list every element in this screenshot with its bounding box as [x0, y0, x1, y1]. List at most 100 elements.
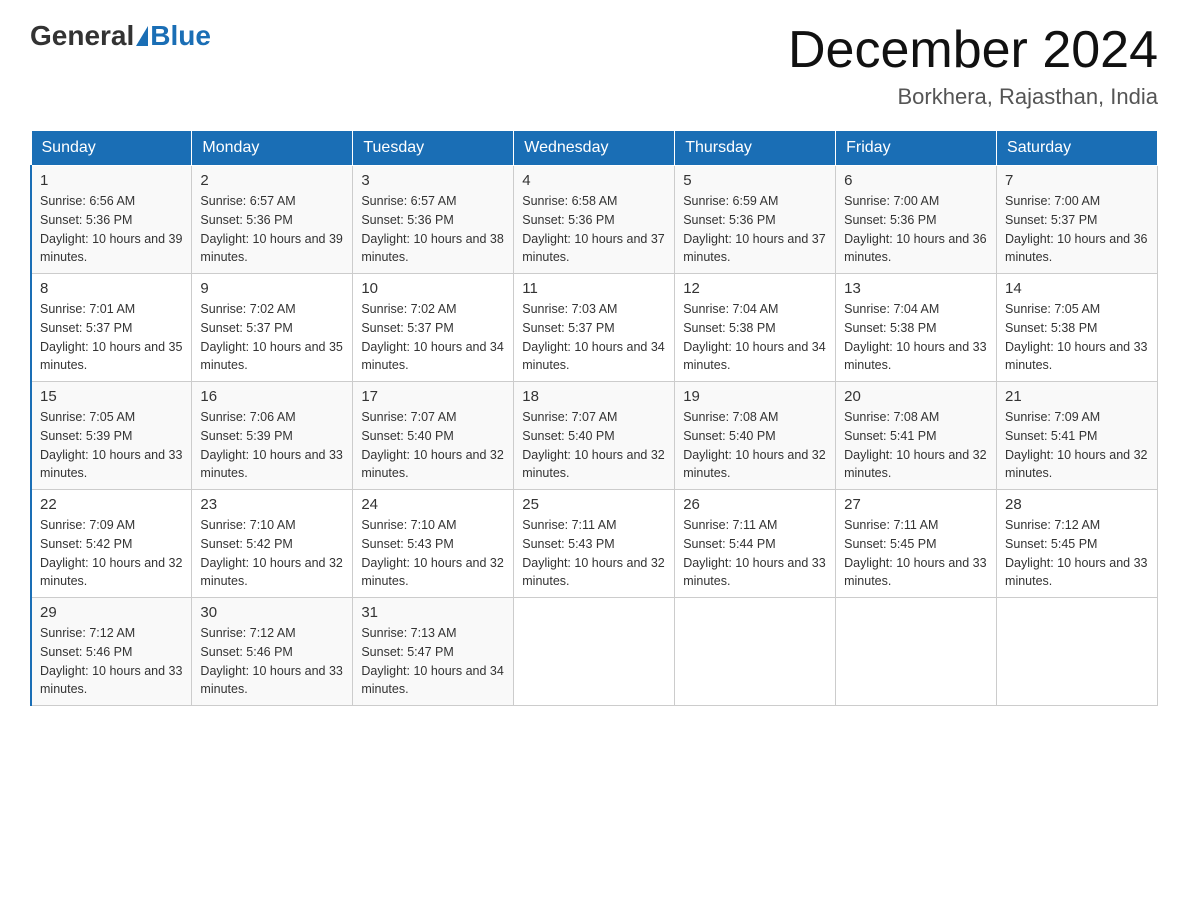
day-info: Sunrise: 7:10 AM Sunset: 5:42 PM Dayligh…: [200, 516, 344, 591]
header-tuesday: Tuesday: [353, 131, 514, 166]
table-row: 11 Sunrise: 7:03 AM Sunset: 5:37 PM Dayl…: [514, 274, 675, 382]
logo-text: General Blue: [30, 20, 211, 52]
table-row: 15 Sunrise: 7:05 AM Sunset: 5:39 PM Dayl…: [31, 382, 192, 490]
table-row: 7 Sunrise: 7:00 AM Sunset: 5:37 PM Dayli…: [997, 166, 1158, 274]
table-row: 5 Sunrise: 6:59 AM Sunset: 5:36 PM Dayli…: [675, 166, 836, 274]
day-number: 7: [1005, 172, 1149, 189]
calendar-week-2: 8 Sunrise: 7:01 AM Sunset: 5:37 PM Dayli…: [31, 274, 1158, 382]
day-info: Sunrise: 7:05 AM Sunset: 5:39 PM Dayligh…: [40, 408, 183, 483]
day-number: 8: [40, 280, 183, 297]
table-row: 17 Sunrise: 7:07 AM Sunset: 5:40 PM Dayl…: [353, 382, 514, 490]
day-number: 3: [361, 172, 505, 189]
day-info: Sunrise: 7:11 AM Sunset: 5:44 PM Dayligh…: [683, 516, 827, 591]
day-info: Sunrise: 7:01 AM Sunset: 5:37 PM Dayligh…: [40, 300, 183, 375]
table-row: 1 Sunrise: 6:56 AM Sunset: 5:36 PM Dayli…: [31, 166, 192, 274]
table-row: 24 Sunrise: 7:10 AM Sunset: 5:43 PM Dayl…: [353, 490, 514, 598]
day-number: 23: [200, 496, 344, 513]
header-thursday: Thursday: [675, 131, 836, 166]
day-info: Sunrise: 7:04 AM Sunset: 5:38 PM Dayligh…: [844, 300, 988, 375]
day-info: Sunrise: 7:09 AM Sunset: 5:41 PM Dayligh…: [1005, 408, 1149, 483]
day-info: Sunrise: 6:57 AM Sunset: 5:36 PM Dayligh…: [361, 192, 505, 267]
table-row: 20 Sunrise: 7:08 AM Sunset: 5:41 PM Dayl…: [836, 382, 997, 490]
table-row: 26 Sunrise: 7:11 AM Sunset: 5:44 PM Dayl…: [675, 490, 836, 598]
day-info: Sunrise: 7:03 AM Sunset: 5:37 PM Dayligh…: [522, 300, 666, 375]
month-title: December 2024: [788, 20, 1158, 80]
day-info: Sunrise: 7:10 AM Sunset: 5:43 PM Dayligh…: [361, 516, 505, 591]
day-info: Sunrise: 6:59 AM Sunset: 5:36 PM Dayligh…: [683, 192, 827, 267]
day-info: Sunrise: 7:02 AM Sunset: 5:37 PM Dayligh…: [361, 300, 505, 375]
table-row: 13 Sunrise: 7:04 AM Sunset: 5:38 PM Dayl…: [836, 274, 997, 382]
table-row: 28 Sunrise: 7:12 AM Sunset: 5:45 PM Dayl…: [997, 490, 1158, 598]
day-number: 25: [522, 496, 666, 513]
day-info: Sunrise: 7:00 AM Sunset: 5:37 PM Dayligh…: [1005, 192, 1149, 267]
location-subtitle: Borkhera, Rajasthan, India: [788, 84, 1158, 110]
day-info: Sunrise: 7:12 AM Sunset: 5:46 PM Dayligh…: [40, 624, 183, 699]
day-info: Sunrise: 7:06 AM Sunset: 5:39 PM Dayligh…: [200, 408, 344, 483]
logo-general: General: [30, 20, 134, 52]
day-info: Sunrise: 7:00 AM Sunset: 5:36 PM Dayligh…: [844, 192, 988, 267]
day-info: Sunrise: 6:57 AM Sunset: 5:36 PM Dayligh…: [200, 192, 344, 267]
table-row: 12 Sunrise: 7:04 AM Sunset: 5:38 PM Dayl…: [675, 274, 836, 382]
day-info: Sunrise: 7:09 AM Sunset: 5:42 PM Dayligh…: [40, 516, 183, 591]
table-row: 6 Sunrise: 7:00 AM Sunset: 5:36 PM Dayli…: [836, 166, 997, 274]
day-number: 31: [361, 604, 505, 621]
title-section: December 2024 Borkhera, Rajasthan, India: [788, 20, 1158, 110]
table-row: 3 Sunrise: 6:57 AM Sunset: 5:36 PM Dayli…: [353, 166, 514, 274]
day-number: 2: [200, 172, 344, 189]
day-info: Sunrise: 7:12 AM Sunset: 5:46 PM Dayligh…: [200, 624, 344, 699]
table-row: [997, 598, 1158, 706]
table-row: 9 Sunrise: 7:02 AM Sunset: 5:37 PM Dayli…: [192, 274, 353, 382]
table-row: 23 Sunrise: 7:10 AM Sunset: 5:42 PM Dayl…: [192, 490, 353, 598]
table-row: [836, 598, 997, 706]
logo-blue-part: Blue: [134, 20, 211, 52]
calendar-week-1: 1 Sunrise: 6:56 AM Sunset: 5:36 PM Dayli…: [31, 166, 1158, 274]
day-info: Sunrise: 7:04 AM Sunset: 5:38 PM Dayligh…: [683, 300, 827, 375]
day-number: 21: [1005, 388, 1149, 405]
table-row: 8 Sunrise: 7:01 AM Sunset: 5:37 PM Dayli…: [31, 274, 192, 382]
day-number: 12: [683, 280, 827, 297]
day-number: 4: [522, 172, 666, 189]
day-number: 20: [844, 388, 988, 405]
header-wednesday: Wednesday: [514, 131, 675, 166]
header-monday: Monday: [192, 131, 353, 166]
table-row: 25 Sunrise: 7:11 AM Sunset: 5:43 PM Dayl…: [514, 490, 675, 598]
table-row: 31 Sunrise: 7:13 AM Sunset: 5:47 PM Dayl…: [353, 598, 514, 706]
day-info: Sunrise: 7:07 AM Sunset: 5:40 PM Dayligh…: [522, 408, 666, 483]
table-row: [514, 598, 675, 706]
table-row: 2 Sunrise: 6:57 AM Sunset: 5:36 PM Dayli…: [192, 166, 353, 274]
table-row: 27 Sunrise: 7:11 AM Sunset: 5:45 PM Dayl…: [836, 490, 997, 598]
day-number: 18: [522, 388, 666, 405]
table-row: 30 Sunrise: 7:12 AM Sunset: 5:46 PM Dayl…: [192, 598, 353, 706]
day-info: Sunrise: 7:08 AM Sunset: 5:40 PM Dayligh…: [683, 408, 827, 483]
day-number: 6: [844, 172, 988, 189]
day-info: Sunrise: 6:58 AM Sunset: 5:36 PM Dayligh…: [522, 192, 666, 267]
day-number: 16: [200, 388, 344, 405]
table-row: 29 Sunrise: 7:12 AM Sunset: 5:46 PM Dayl…: [31, 598, 192, 706]
table-row: 4 Sunrise: 6:58 AM Sunset: 5:36 PM Dayli…: [514, 166, 675, 274]
calendar-header-row: Sunday Monday Tuesday Wednesday Thursday…: [31, 131, 1158, 166]
table-row: 22 Sunrise: 7:09 AM Sunset: 5:42 PM Dayl…: [31, 490, 192, 598]
calendar-table: Sunday Monday Tuesday Wednesday Thursday…: [30, 130, 1158, 706]
table-row: 14 Sunrise: 7:05 AM Sunset: 5:38 PM Dayl…: [997, 274, 1158, 382]
table-row: 16 Sunrise: 7:06 AM Sunset: 5:39 PM Dayl…: [192, 382, 353, 490]
calendar-week-3: 15 Sunrise: 7:05 AM Sunset: 5:39 PM Dayl…: [31, 382, 1158, 490]
day-info: Sunrise: 7:08 AM Sunset: 5:41 PM Dayligh…: [844, 408, 988, 483]
day-number: 9: [200, 280, 344, 297]
day-info: Sunrise: 7:13 AM Sunset: 5:47 PM Dayligh…: [361, 624, 505, 699]
day-number: 15: [40, 388, 183, 405]
day-number: 30: [200, 604, 344, 621]
table-row: 21 Sunrise: 7:09 AM Sunset: 5:41 PM Dayl…: [997, 382, 1158, 490]
day-number: 19: [683, 388, 827, 405]
logo-triangle-icon: [136, 26, 148, 46]
day-number: 5: [683, 172, 827, 189]
table-row: 10 Sunrise: 7:02 AM Sunset: 5:37 PM Dayl…: [353, 274, 514, 382]
day-number: 26: [683, 496, 827, 513]
day-number: 1: [40, 172, 183, 189]
day-info: Sunrise: 7:02 AM Sunset: 5:37 PM Dayligh…: [200, 300, 344, 375]
table-row: 18 Sunrise: 7:07 AM Sunset: 5:40 PM Dayl…: [514, 382, 675, 490]
day-info: Sunrise: 7:05 AM Sunset: 5:38 PM Dayligh…: [1005, 300, 1149, 375]
day-number: 22: [40, 496, 183, 513]
day-number: 13: [844, 280, 988, 297]
header-friday: Friday: [836, 131, 997, 166]
day-number: 27: [844, 496, 988, 513]
